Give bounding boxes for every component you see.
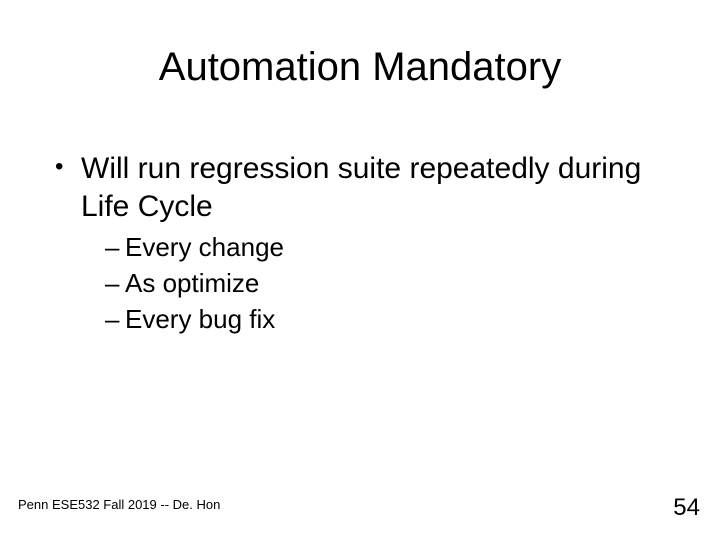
bullet-text: Every change xyxy=(125,232,284,262)
bullet-text: Every bug fix xyxy=(125,304,275,334)
footer-course-info: Penn ESE532 Fall 2019 -- De. Hon xyxy=(18,497,220,512)
bullet-level2-item: As optimize xyxy=(105,267,665,301)
bullet-level2-item: Every change xyxy=(105,231,665,265)
slide-title: Automation Mandatory xyxy=(0,45,720,90)
slide-number: 54 xyxy=(673,494,700,522)
bullet-level1-item: Will run regression suite repeatedly dur… xyxy=(55,150,665,336)
bullet-list-level2: Every change As optimize Every bug fix xyxy=(81,231,665,336)
bullet-level2-item: Every bug fix xyxy=(105,303,665,337)
slide: Automation Mandatory Will run regression… xyxy=(0,0,720,540)
bullet-list-level1: Will run regression suite repeatedly dur… xyxy=(55,150,665,336)
bullet-text: As optimize xyxy=(125,268,259,298)
bullet-text: Will run regression suite repeatedly dur… xyxy=(81,152,641,223)
slide-body: Will run regression suite repeatedly dur… xyxy=(55,150,665,350)
